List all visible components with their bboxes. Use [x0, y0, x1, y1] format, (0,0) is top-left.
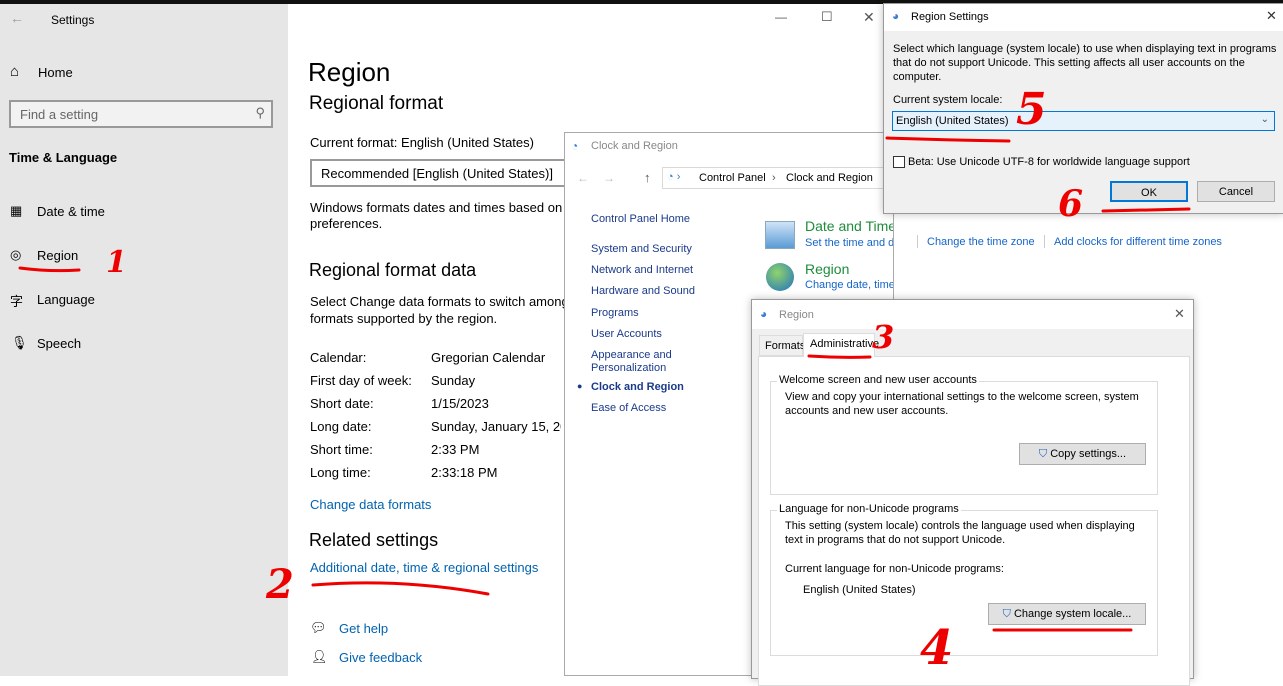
- annotation-number-3: 3: [872, 318, 894, 356]
- annotation-number-4: 4: [920, 620, 953, 676]
- annotation-number-2: 2: [265, 561, 294, 608]
- annotation-number-6: 6: [1058, 183, 1083, 225]
- annotation-underline-1: [18, 266, 81, 273]
- annotation-underline-5: [885, 136, 1011, 143]
- annotation-number-5: 5: [1016, 84, 1047, 135]
- annotations-overlay: 1 2 3 4 5 6: [18, 84, 1191, 676]
- annotation-underline-6: [1101, 207, 1191, 213]
- annotation-underline-3: [807, 354, 872, 359]
- annotation-underline-2: [311, 581, 490, 596]
- annotation-number-1: 1: [106, 245, 127, 280]
